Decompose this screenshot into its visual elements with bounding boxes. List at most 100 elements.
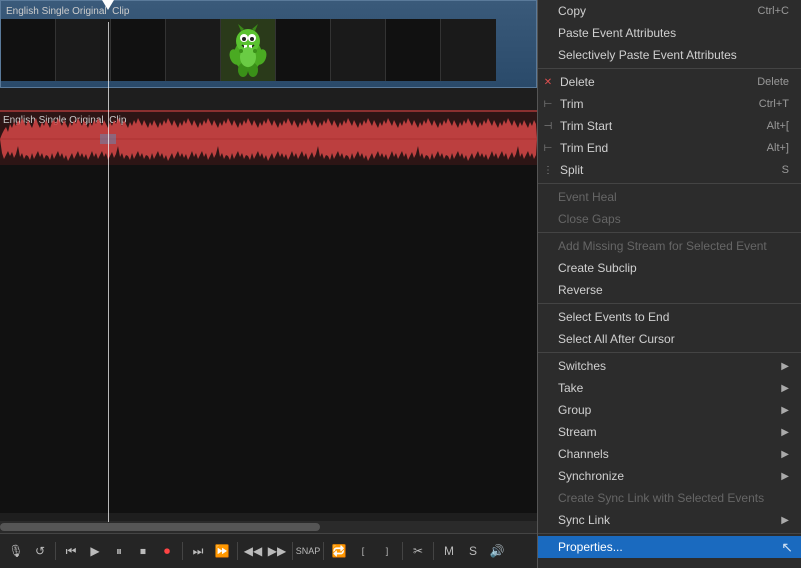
- solo-button[interactable]: S: [462, 540, 484, 562]
- toolbar-sep-3: [237, 542, 238, 560]
- menu-item-close-gaps: Close Gaps: [538, 208, 801, 230]
- menu-item-channels[interactable]: Channels ▶: [538, 443, 801, 465]
- cursor-indicator: ↖: [781, 539, 793, 556]
- stop-button[interactable]: ⏹: [132, 540, 154, 562]
- menu-item-switches[interactable]: Switches ▶: [538, 355, 801, 377]
- menu-item-copy[interactable]: Copy Ctrl+C: [538, 0, 801, 22]
- thumb-monster: [221, 19, 276, 81]
- trim-shortcut: Ctrl+T: [759, 98, 789, 110]
- channels-arrow: ▶: [781, 449, 789, 460]
- menu-item-synchronize[interactable]: Synchronize ▶: [538, 465, 801, 487]
- selective-paste-label: Selectively Paste Event Attributes: [558, 48, 789, 62]
- thumb-8: [386, 19, 441, 81]
- select-all-after-cursor-label: Select All After Cursor: [558, 332, 789, 346]
- take-arrow: ▶: [781, 383, 789, 394]
- thumb-2: [56, 19, 111, 81]
- loop-button[interactable]: ↺: [29, 540, 51, 562]
- scrollbar-thumb[interactable]: [0, 523, 320, 531]
- synchronize-arrow: ▶: [781, 471, 789, 482]
- menu-item-take[interactable]: Take ▶: [538, 377, 801, 399]
- select-events-to-end-label: Select Events to End: [558, 310, 789, 324]
- rewind-button[interactable]: ◀◀: [242, 540, 264, 562]
- snap-button[interactable]: SNAP: [297, 540, 319, 562]
- timeline-area: 00:00:00 00:00:02 00:00:04 00:00:06 Engl…: [0, 0, 537, 568]
- thumb-6: [276, 19, 331, 81]
- sep-4: [538, 303, 801, 304]
- timeline-scrollbar[interactable]: [0, 521, 537, 533]
- menu-item-select-all-after-cursor[interactable]: Select All After Cursor: [538, 328, 801, 350]
- synchronize-label: Synchronize: [558, 469, 777, 483]
- create-subclip-label: Create Subclip: [558, 261, 789, 275]
- add-missing-stream-label: Add Missing Stream for Selected Event: [558, 239, 789, 253]
- menu-item-trim-end[interactable]: ⊢ Trim End Alt+]: [538, 137, 801, 159]
- toolbar-sep-1: [55, 542, 56, 560]
- menu-item-split[interactable]: ⋮ Split S: [538, 159, 801, 181]
- copy-label: Copy: [558, 4, 738, 18]
- pause-button[interactable]: ⏸: [108, 540, 130, 562]
- menu-item-select-events-to-end[interactable]: Select Events to End: [538, 306, 801, 328]
- sync-link-label: Sync Link: [558, 513, 777, 527]
- menu-item-stream[interactable]: Stream ▶: [538, 421, 801, 443]
- cursor-line: [108, 22, 109, 522]
- menu-item-group[interactable]: Group ▶: [538, 399, 801, 421]
- paste-attrs-label: Paste Event Attributes: [558, 26, 789, 40]
- loop-region-button[interactable]: 🔁: [328, 540, 350, 562]
- menu-item-sync-link[interactable]: Sync Link ▶: [538, 509, 801, 531]
- thumb-3: [111, 19, 166, 81]
- ffwd-button[interactable]: ▶▶: [266, 540, 288, 562]
- mark-in-button[interactable]: [: [352, 540, 374, 562]
- mic-button[interactable]: 🎙: [5, 540, 27, 562]
- menu-item-properties[interactable]: Properties... ↖: [538, 536, 801, 558]
- menu-item-create-subclip[interactable]: Create Subclip: [538, 257, 801, 279]
- channels-label: Channels: [558, 447, 777, 461]
- trim-label: Trim: [560, 97, 739, 111]
- properties-label: Properties...: [558, 540, 789, 554]
- trim-start-icon: ⊣: [542, 120, 554, 132]
- volume-button[interactable]: 🔊: [486, 540, 508, 562]
- group-label: Group: [558, 403, 777, 417]
- event-heal-label: Event Heal: [558, 190, 789, 204]
- audio-track-clip[interactable]: English Single Original Clip // Generate…: [0, 110, 537, 165]
- play-button[interactable]: ▶: [84, 540, 106, 562]
- menu-item-create-sync-link: Create Sync Link with Selected Events: [538, 487, 801, 509]
- menu-item-trim-start[interactable]: ⊣ Trim Start Alt+[: [538, 115, 801, 137]
- thumb-4: [166, 19, 221, 81]
- sep-6: [538, 533, 801, 534]
- menu-item-reverse[interactable]: Reverse: [538, 279, 801, 301]
- switches-label: Switches: [558, 359, 777, 373]
- thumb-9: [441, 19, 496, 81]
- sep-2: [538, 183, 801, 184]
- split-label: Split: [560, 163, 762, 177]
- sep-5: [538, 352, 801, 353]
- play-start-button[interactable]: ⏮: [60, 540, 82, 562]
- mark-out-button[interactable]: ]: [376, 540, 398, 562]
- toolbar-sep-6: [402, 542, 403, 560]
- record-button[interactable]: ⏺: [156, 540, 178, 562]
- trim-end-shortcut: Alt+]: [767, 142, 789, 154]
- delete-sel-button[interactable]: ✂: [407, 540, 429, 562]
- delete-icon: ✕: [542, 76, 554, 88]
- skip-fwd-button[interactable]: ⏩: [211, 540, 233, 562]
- menu-item-selective-paste[interactable]: Selectively Paste Event Attributes: [538, 44, 801, 66]
- context-menu: Copy Ctrl+C Paste Event Attributes Selec…: [537, 0, 801, 568]
- thumb-1: [1, 19, 56, 81]
- delete-label: Delete: [560, 75, 737, 89]
- trim-start-label: Trim Start: [560, 119, 747, 133]
- bottom-toolbar: 🎙 ↺ ⏮ ▶ ⏸ ⏹ ⏺ ⏭ ⏩ ◀◀ ▶▶ SNAP 🔁 [ ] ✂ M S…: [0, 533, 537, 568]
- monster-icon: [227, 23, 269, 78]
- toolbar-sep-5: [323, 542, 324, 560]
- trim-icon: ⊢: [542, 98, 554, 110]
- menu-item-delete[interactable]: ✕ Delete Delete: [538, 71, 801, 93]
- menu-item-event-heal: Event Heal: [538, 186, 801, 208]
- thumb-7: [331, 19, 386, 81]
- trim-start-shortcut: Alt+[: [767, 120, 789, 132]
- video-track-clip[interactable]: English Single Original Clip: [0, 0, 537, 88]
- sep-3: [538, 232, 801, 233]
- reverse-label: Reverse: [558, 283, 789, 297]
- menu-item-trim[interactable]: ⊢ Trim Ctrl+T: [538, 93, 801, 115]
- split-icon: ⋮: [542, 164, 554, 176]
- menu-item-paste-attrs[interactable]: Paste Event Attributes: [538, 22, 801, 44]
- switches-arrow: ▶: [781, 361, 789, 372]
- mute-button[interactable]: M: [438, 540, 460, 562]
- skip-back-button[interactable]: ⏭: [187, 540, 209, 562]
